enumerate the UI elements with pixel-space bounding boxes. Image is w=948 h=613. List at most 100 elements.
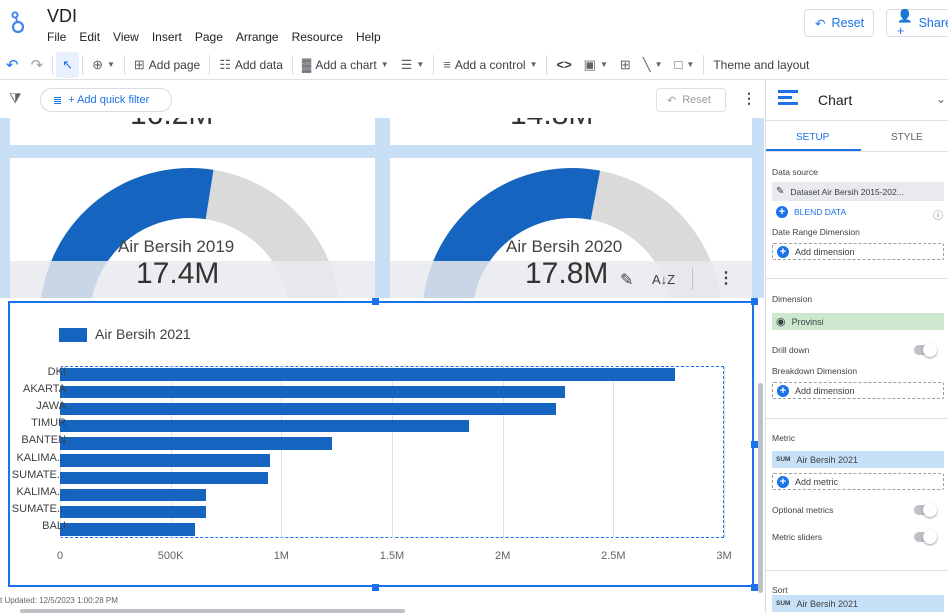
metric-label: Air Bersih 2021 <box>796 454 858 465</box>
image-button[interactable]: ▣ ▼ <box>578 52 614 78</box>
add-quick-filter-button[interactable]: ≣ + Add quick filter <box>40 88 172 112</box>
reset-button[interactable]: ↶ Reset <box>804 9 874 37</box>
metric-sliders-label: Metric sliders <box>772 532 823 542</box>
add-icon: + <box>777 384 789 397</box>
sort-az-icon[interactable]: A↓Z <box>652 272 675 287</box>
bar-chart-icon <box>778 90 798 105</box>
metric-aggregation: SUM <box>776 456 791 463</box>
undo-button[interactable]: ↶ <box>0 52 25 78</box>
sort-chip[interactable]: SUM Air Bersih 2021 <box>772 595 944 612</box>
filter-reset-button[interactable]: ↶ Reset <box>656 88 726 112</box>
select-tool[interactable]: ↖ <box>56 51 80 78</box>
add-chart-button[interactable]: ▓ Add a chart ▼ <box>296 52 395 78</box>
vertical-scrollbar[interactable] <box>758 383 763 593</box>
more-vert-icon[interactable]: ⋮ <box>718 268 734 288</box>
add-date-dimension[interactable]: + Add dimension <box>772 243 944 260</box>
menu-file[interactable]: File <box>47 30 66 44</box>
bar[interactable] <box>60 420 470 433</box>
metric-chip[interactable]: SUM Air Bersih 2021 <box>772 451 944 468</box>
drill-down-toggle[interactable] <box>914 343 937 357</box>
resize-handle[interactable] <box>751 584 758 591</box>
x-tick-label: 1.5M <box>379 550 405 562</box>
gauge-card-2020[interactable]: Air Bersih 2020 17.8M ✎ A↓Z ⋮ <box>390 158 752 298</box>
bar[interactable] <box>60 402 556 416</box>
x-tick-label: 2M <box>495 550 511 562</box>
gauge-value: 17.4M <box>136 257 220 290</box>
caret-icon: ▼ <box>106 60 115 69</box>
divider <box>766 278 948 279</box>
add-data-button[interactable]: ☷ Add data <box>213 52 289 78</box>
tab-style[interactable]: STYLE <box>891 132 923 143</box>
resize-handle[interactable] <box>751 441 758 448</box>
report-title[interactable]: VDI <box>47 6 77 27</box>
bar[interactable] <box>60 437 333 450</box>
menu-edit[interactable]: Edit <box>79 30 100 44</box>
category-label: SUMATE... <box>11 468 66 481</box>
edit-icon[interactable]: ✎ <box>620 270 633 290</box>
more-vert-icon[interactable]: ⋮ <box>742 90 756 107</box>
add-icon: + <box>777 245 789 258</box>
help-icon[interactable]: ⓘ <box>933 207 943 222</box>
menu-insert[interactable]: Insert <box>152 30 182 44</box>
data-source-title: Data source <box>772 167 818 177</box>
last-updated-text: t Updated: 12/5/2023 1:00:28 PM <box>0 596 118 605</box>
bar[interactable] <box>60 506 207 519</box>
bar[interactable] <box>60 488 207 502</box>
x-tick-label: 1M <box>273 550 289 562</box>
resize-handle[interactable] <box>372 298 379 305</box>
category-label: JAWA <box>36 400 66 412</box>
gauge-title: Air Bersih 2020 <box>506 237 623 256</box>
resize-handle[interactable] <box>751 298 758 305</box>
bar[interactable] <box>60 368 676 381</box>
divider <box>766 120 948 121</box>
tab-setup[interactable]: SETUP <box>796 132 829 143</box>
menu-page[interactable]: Page <box>195 30 223 44</box>
blend-data-button[interactable]: + BLEND DATA <box>776 206 846 218</box>
scorecard-top-left[interactable]: 16.2M <box>10 118 375 145</box>
bar-chart-card[interactable]: Air Bersih 2021 0 500K 1M 1.5M 2M 2.5M 3M DKI AK… <box>8 301 754 587</box>
share-button[interactable]: 👤+ Share <box>886 9 948 38</box>
shape-button[interactable]: □ ▼ <box>669 52 701 78</box>
add-control-label: Add a control <box>454 57 526 72</box>
menu-help[interactable]: Help <box>356 30 381 44</box>
bar[interactable] <box>60 523 195 536</box>
chevron-down-icon[interactable]: ⌄ <box>936 92 946 106</box>
add-page-button[interactable]: ⊞ Add page <box>128 52 206 78</box>
embed-button[interactable]: <> <box>550 52 577 78</box>
text-button[interactable]: ⊞ <box>614 52 637 78</box>
divider <box>433 54 435 75</box>
divider <box>291 54 293 75</box>
cursor-icon: ↖ <box>62 56 74 72</box>
add-icon: + <box>776 206 788 218</box>
metric-sliders-toggle[interactable] <box>914 530 937 544</box>
bar[interactable] <box>60 385 565 398</box>
menu-view[interactable]: View <box>113 30 139 44</box>
sort-title: Sort <box>772 585 788 595</box>
optional-metrics-toggle[interactable] <box>914 503 937 517</box>
divider <box>692 268 693 290</box>
menu-arrange[interactable]: Arrange <box>236 30 279 44</box>
add-breakdown-dimension[interactable]: + Add dimension <box>772 382 944 399</box>
data-source-field[interactable]: ✎ Dataset Air Bersih 2015-202... <box>772 182 944 201</box>
menu-resource[interactable]: Resource <box>292 30 343 44</box>
redo-button[interactable]: ↷ <box>25 52 50 78</box>
pencil-icon: ✎ <box>776 186 785 197</box>
scorecard-top-right[interactable]: 14.8M <box>390 118 752 145</box>
dimension-chip[interactable]: ◉ Provinsi <box>772 313 944 330</box>
category-label: BANTEN <box>21 434 66 447</box>
zoom-button[interactable]: ⊕ ▼ <box>86 52 121 78</box>
reset-icon: ↶ <box>815 16 826 31</box>
theme-layout-button[interactable]: Theme and layout <box>707 52 815 78</box>
category-label: KALIMA... <box>16 486 66 498</box>
gauge-card-2019[interactable]: Air Bersih 2019 17.4M <box>10 158 375 298</box>
add-metric[interactable]: + Add metric <box>772 473 944 490</box>
add-control-button[interactable]: ≡ Add a control ▼ <box>437 52 543 78</box>
add-metric-label: Add metric <box>795 476 839 487</box>
horizontal-scrollbar[interactable] <box>20 609 405 613</box>
resize-handle[interactable] <box>372 584 379 591</box>
community-viz-button[interactable]: ☰ ▼ <box>395 52 431 78</box>
bar[interactable] <box>60 471 269 484</box>
bar[interactable] <box>60 454 271 467</box>
filter-reset-label: Reset <box>682 94 711 106</box>
line-button[interactable]: ╲ ▼ <box>637 52 669 78</box>
